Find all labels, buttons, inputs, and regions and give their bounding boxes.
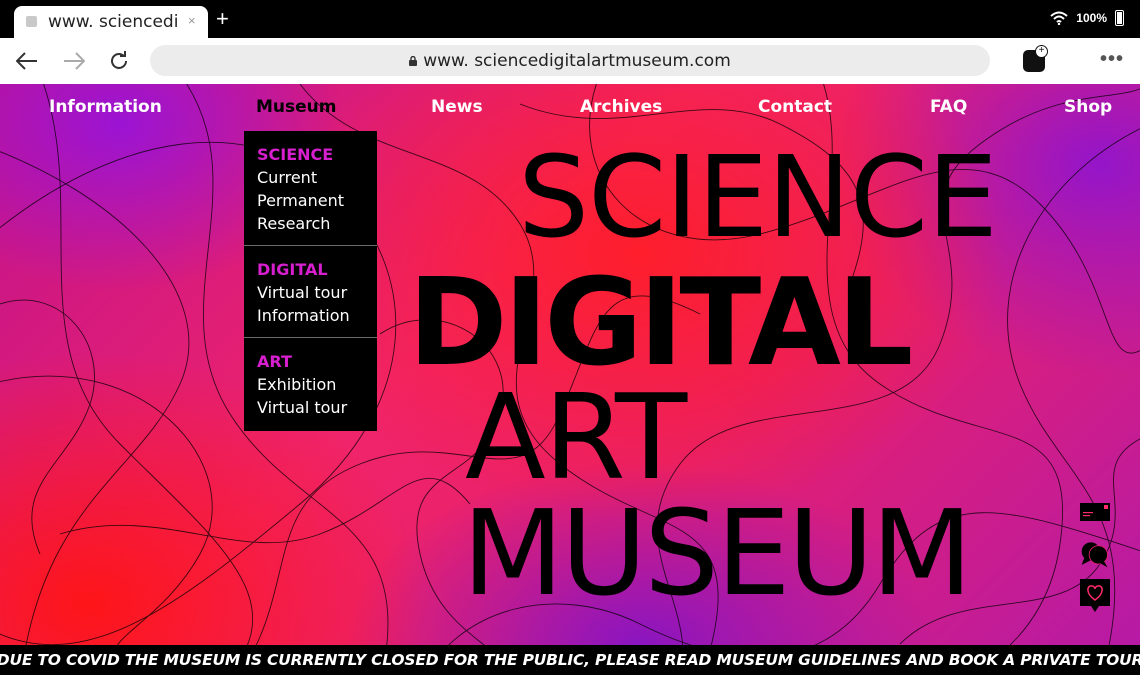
chat-icon[interactable] [1080,536,1110,572]
lock-icon [409,55,418,66]
wifi-icon [1050,11,1068,25]
nav-item-faq[interactable]: FAQ [930,97,967,117]
new-tab-button[interactable]: + [216,8,229,30]
dropdown-heading-science[interactable]: SCIENCE [257,143,364,166]
url-text: www. sciencedigitalartmuseum.com [423,50,731,71]
tab-close-icon[interactable]: × [188,13,196,28]
dropdown-heading-digital[interactable]: DIGITAL [257,258,364,281]
dropdown-item-information[interactable]: Information [257,304,364,327]
battery-percent: 100% [1076,11,1107,25]
heart-icon[interactable] [1080,579,1110,613]
browser-toolbar: www. sciencedigitalartmuseum.com ••• [0,38,1140,84]
dropdown-heading-art[interactable]: ART [257,350,364,373]
dropdown-group-science: SCIENCE Current Permanent Research [244,131,377,246]
dropdown-group-art: ART Exhibition Virtual tour [244,338,377,429]
address-bar[interactable]: www. sciencedigitalartmuseum.com [150,45,990,76]
nav-item-information[interactable]: Information [49,97,162,117]
dropdown-item-current[interactable]: Current [257,166,364,189]
battery-icon [1115,10,1124,26]
reload-button[interactable] [105,47,133,75]
dropdown-item-art-virtual-tour[interactable]: Virtual tour [257,396,364,419]
browser-tab-bar: www. sciencedi × + 100% [0,0,1140,38]
nav-item-shop[interactable]: Shop [1064,97,1112,117]
browser-tab[interactable]: www. sciencedi × [14,6,208,38]
forward-button[interactable] [60,47,88,75]
page-viewport: Information Museum News Archives Contact… [0,84,1140,675]
dropdown-item-research[interactable]: Research [257,212,364,235]
back-arrow-icon [16,52,37,70]
dropdown-item-permanent[interactable]: Permanent [257,189,364,212]
reload-icon [111,51,127,69]
more-menu-icon[interactable]: ••• [1100,48,1124,71]
covid-notice-text: *DUE TO COVID THE MUSEUM IS CURRENTLY CL… [0,651,1140,669]
nav-item-museum[interactable]: Museum [256,97,336,117]
dropdown-item-virtual-tour[interactable]: Virtual tour [257,281,364,304]
nav-item-archives[interactable]: Archives [580,97,662,117]
dropdown-item-exhibition[interactable]: Exhibition [257,373,364,396]
covid-notice-banner: *DUE TO COVID THE MUSEUM IS CURRENTLY CL… [0,645,1140,675]
tab-title: www. sciencedi [48,12,179,32]
hero-title-art: ART [465,368,687,506]
nav-item-contact[interactable]: Contact [758,97,832,117]
hero-title-digital: DIGITAL [408,254,913,393]
nav-item-news[interactable]: News [431,97,483,117]
forward-arrow-icon [64,52,85,70]
back-button[interactable] [13,47,41,75]
dropdown-group-digital: DIGITAL Virtual tour Information [244,246,377,338]
museum-dropdown-menu: SCIENCE Current Permanent Research DIGIT… [244,131,377,431]
mail-icon[interactable] [1080,502,1110,522]
hero-title-museum: MUSEUM [462,484,973,622]
hero-title-science: SCIENCE [518,133,998,263]
extension-icon[interactable] [1023,45,1048,72]
favicon-icon [26,16,37,27]
status-area: 100% [1050,10,1124,26]
